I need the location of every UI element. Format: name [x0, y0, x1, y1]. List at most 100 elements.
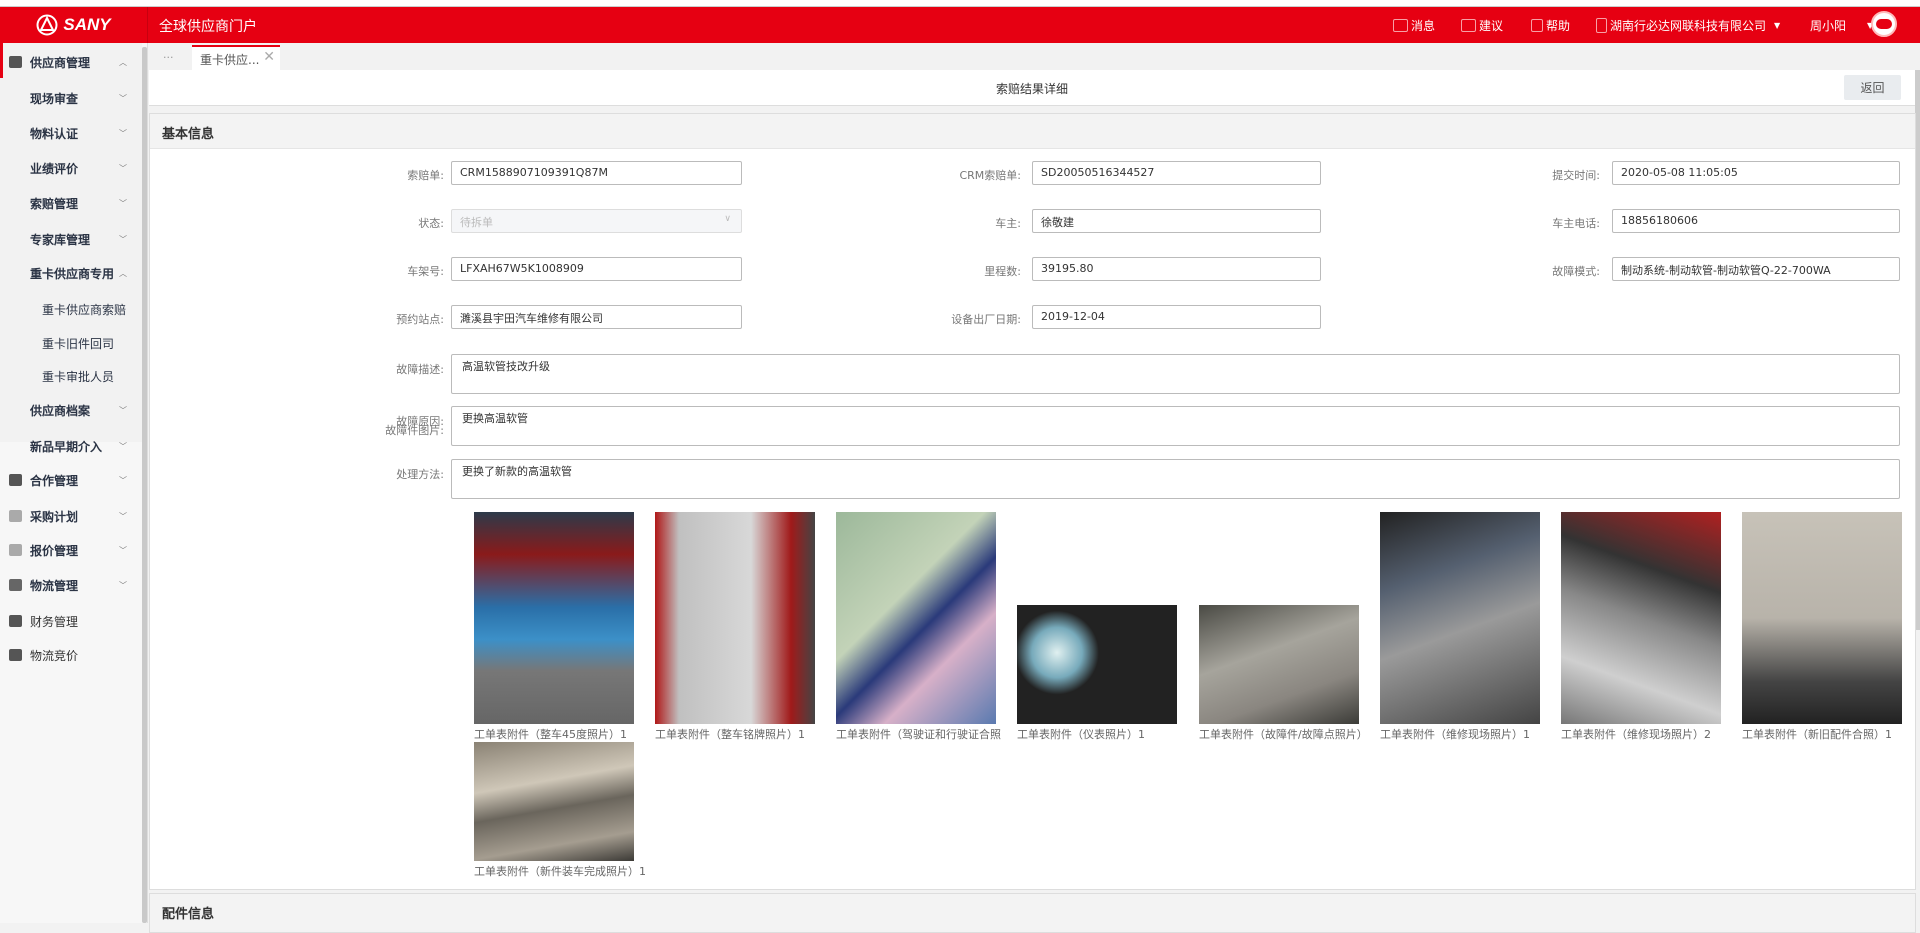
- sidebar-item[interactable]: 业绩评价 ﹀: [0, 153, 142, 183]
- field-value: 18856180606: [1621, 214, 1698, 227]
- parts-info-panel: 配件信息: [149, 893, 1916, 933]
- sidebar-item[interactable]: 现场审查 ﹀: [0, 83, 142, 113]
- field-value: 制动系统-制动软管-制动软管Q-22-700WA: [1621, 264, 1831, 277]
- fault-photo[interactable]: 工单表附件（维修现场照片）2: [1561, 512, 1721, 742]
- field-value: 39195.80: [1041, 262, 1094, 275]
- sany-logo[interactable]: SANY: [0, 7, 148, 43]
- status-select[interactable]: 待拆单 ∨: [451, 209, 742, 233]
- fault-photo[interactable]: 工单表附件（驾驶证和行驶证合照: [836, 512, 1001, 742]
- sidebar-item[interactable]: 报价管理 ﹀: [0, 535, 142, 565]
- owner-phone-field[interactable]: 18856180606: [1612, 209, 1900, 233]
- chevron-down-icon: ∨: [724, 214, 731, 224]
- mileage-field[interactable]: 39195.80: [1032, 257, 1321, 281]
- fault-cause-textarea[interactable]: 更换高温软管: [451, 406, 1900, 446]
- grid-icon: [9, 510, 22, 522]
- sidebar-item-label: 业绩评价: [30, 161, 79, 176]
- back-button[interactable]: 返回: [1844, 75, 1901, 100]
- sidebar-item[interactable]: 供应商档案 ﹀: [0, 395, 142, 425]
- chevron-up-icon: ︿: [119, 57, 127, 67]
- chevron-down-icon: ﹀: [119, 93, 127, 103]
- vin-field[interactable]: LFXAH67W5K1008909: [451, 257, 742, 281]
- sidebar-item[interactable]: 物流竞价: [0, 640, 142, 670]
- app-title: 全球供应商门户: [159, 19, 257, 35]
- sidebar-item-label: 专家库管理: [30, 232, 91, 247]
- sidebar-item[interactable]: 重卡供应商专用 ︿: [0, 258, 142, 288]
- user-menu[interactable]: 周小阳▼: [1810, 17, 1873, 34]
- submit-time-label: 提交时间:: [1552, 169, 1600, 182]
- monitor-icon: [9, 649, 22, 661]
- sidebar-item-label: 报价管理: [30, 543, 79, 558]
- station-field[interactable]: 濉溪县宇田汽车维修有限公司: [451, 305, 742, 329]
- sidebar-item[interactable]: 专家库管理 ﹀: [0, 224, 142, 254]
- basic-info-panel: 基本信息 索赔单: CRM1588907109391Q87M CRM索赔单: SD20…: [149, 113, 1916, 890]
- sidebar-item-label: 供应商档案: [30, 403, 91, 418]
- sidebar-item-label: 供应商管理: [30, 55, 91, 70]
- sidebar-item[interactable]: 索赔管理 ﹀: [0, 188, 142, 218]
- building-icon: [1596, 18, 1607, 33]
- sidebar-item[interactable]: 采购计划 ﹀: [0, 501, 142, 531]
- messages-link[interactable]: 消息: [1393, 17, 1435, 34]
- photo-thumbnail[interactable]: [1561, 512, 1721, 724]
- fault-photo[interactable]: 工单表附件（维修现场照片）1: [1380, 512, 1540, 742]
- sidebar-item-label: 重卡供应商专用: [30, 266, 115, 281]
- company-label: 湖南行必达网联科技有限公司: [1610, 19, 1767, 33]
- station-label: 预约站点:: [396, 313, 444, 326]
- chevron-down-icon: ﹀: [119, 128, 127, 138]
- photo-thumbnail[interactable]: [474, 742, 634, 861]
- company-selector[interactable]: 湖南行必达网联科技有限公司 ▼: [1596, 17, 1780, 34]
- sidebar-item[interactable]: 物流管理 ﹀: [0, 570, 142, 600]
- claim-no-label: 索赔单:: [407, 169, 444, 182]
- sidebar-item-label: 物料认证: [30, 126, 79, 141]
- fault-photo[interactable]: 工单表附件（整车铭牌照片）1: [655, 512, 815, 742]
- fault-desc-textarea[interactable]: 高温软管技改升级: [451, 354, 1900, 394]
- browser-top-strip: [0, 0, 1920, 7]
- sidebar-item[interactable]: 重卡审批人员: [0, 361, 142, 391]
- chevron-down-icon: ﹀: [119, 405, 127, 415]
- claim-no-field[interactable]: CRM1588907109391Q87M: [451, 161, 742, 185]
- photo-thumbnail[interactable]: [836, 512, 996, 724]
- solution-textarea[interactable]: 更换了新款的高温软管: [451, 459, 1900, 499]
- sidebar-item[interactable]: 重卡旧件回司: [0, 328, 142, 358]
- sidebar-item[interactable]: 财务管理: [0, 606, 142, 636]
- tab-more-button[interactable]: ···: [163, 51, 174, 64]
- photo-thumbnail[interactable]: [1017, 605, 1177, 724]
- photo-thumbnail[interactable]: [474, 512, 634, 724]
- photo-caption: 工单表附件（新件装车完成照片）1: [474, 865, 646, 878]
- fault-photo[interactable]: 工单表附件（整车45度照片）1: [474, 512, 634, 742]
- factory-date-field[interactable]: 2019-12-04: [1032, 305, 1321, 329]
- fault-photo[interactable]: 工单表附件（故障件/故障点照片）: [1199, 605, 1368, 742]
- submit-time-field[interactable]: 2020-05-08 11:05:05: [1612, 161, 1900, 185]
- sidebar-item-label: 物流管理: [30, 578, 79, 593]
- mileage-label: 里程数:: [984, 265, 1021, 278]
- chevron-up-icon: ︿: [119, 268, 127, 278]
- close-icon[interactable]: ✕: [263, 49, 275, 65]
- photo-thumbnail[interactable]: [1199, 605, 1359, 724]
- avatar[interactable]: [1871, 11, 1897, 37]
- sidebar-item[interactable]: 新品早期介入 ﹀: [0, 431, 142, 461]
- fault-photo[interactable]: 工单表附件（仪表照片）1: [1017, 605, 1177, 742]
- chevron-down-icon: ﹀: [119, 511, 127, 521]
- owner-field[interactable]: 徐敬建: [1032, 209, 1321, 233]
- sidebar-item[interactable]: 合作管理 ﹀: [0, 465, 142, 495]
- sidebar-item[interactable]: 物料认证 ﹀: [0, 118, 142, 148]
- suggestions-label: 建议: [1479, 19, 1504, 33]
- photo-thumbnail[interactable]: [1742, 512, 1902, 724]
- tab-active[interactable]: 重卡供应... ✕: [192, 45, 280, 70]
- fault-photo[interactable]: 工单表附件（新件装车完成照片）1: [474, 742, 646, 879]
- sidebar-item[interactable]: 供应商管理 ︿: [0, 47, 142, 77]
- user-gear-icon: [9, 56, 22, 68]
- photo-thumbnail[interactable]: [655, 512, 815, 724]
- sidebar-item[interactable]: 重卡供应商索赔: [0, 294, 142, 324]
- help-link[interactable]: 帮助: [1531, 17, 1570, 34]
- sidebar-scrollbar[interactable]: [142, 47, 147, 923]
- fault-photo[interactable]: 工单表附件（新旧配件合照）1: [1742, 512, 1902, 742]
- sidebar-item-label: 物流竞价: [30, 648, 79, 663]
- fault-mode-field[interactable]: 制动系统-制动软管-制动软管Q-22-700WA: [1612, 257, 1900, 281]
- photo-thumbnail[interactable]: [1380, 512, 1540, 724]
- sidebar-item-label: 采购计划: [30, 509, 79, 524]
- chevron-down-icon: ﹀: [119, 234, 127, 244]
- suggestions-link[interactable]: 建议: [1461, 17, 1503, 34]
- crm-claim-no-field[interactable]: SD20050516344527: [1032, 161, 1321, 185]
- user-name: 周小阳: [1810, 19, 1847, 33]
- chevron-down-icon: ﹀: [119, 545, 127, 555]
